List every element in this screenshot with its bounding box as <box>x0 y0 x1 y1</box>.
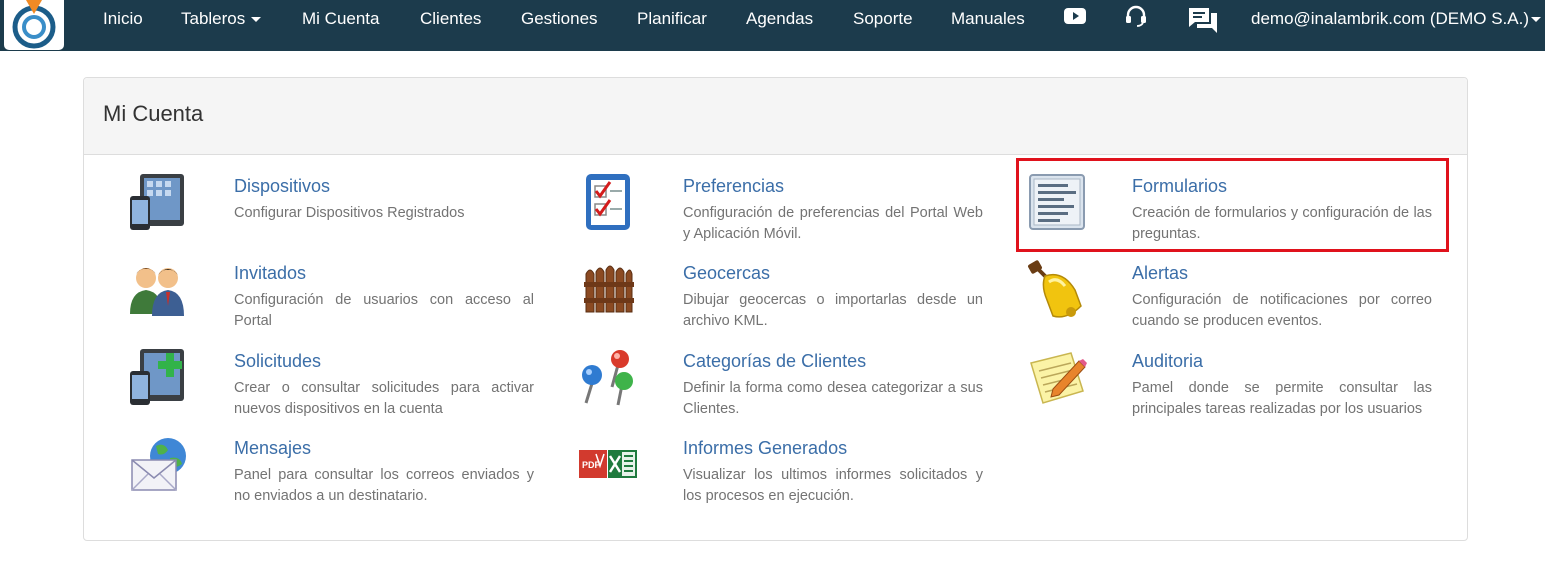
add-device-icon[interactable] <box>128 347 188 407</box>
users-icon[interactable] <box>128 260 188 320</box>
youtube-icon[interactable] <box>1064 7 1086 30</box>
desc-informes-generados: Visualizar los ultimos informes solicita… <box>683 467 983 504</box>
desc-solicitudes: Crear o consultar solicitudes para activ… <box>234 380 534 417</box>
nav-gestiones[interactable]: Gestiones <box>521 0 598 38</box>
nav-tableros-label: Tableros <box>181 9 246 28</box>
checklist-icon[interactable] <box>578 172 638 232</box>
form-icon[interactable] <box>1027 172 1087 232</box>
chevron-down-icon <box>1531 17 1541 23</box>
desc-geocercas: Dibujar geocercas o importarlas desde un… <box>683 292 983 329</box>
top-navbar: Inicio Tableros Mi Cuenta Clientes Gesti… <box>0 0 1545 51</box>
user-menu[interactable]: demo@inalambrik.com (DEMO S.A.) <box>1251 0 1541 38</box>
app-logo[interactable] <box>4 0 64 50</box>
devices-icon[interactable] <box>128 172 188 232</box>
pdf-excel-icon[interactable]: PDF <box>578 434 638 494</box>
page-title: Mi Cuenta <box>103 101 204 126</box>
chat-icon[interactable] <box>1188 6 1218 39</box>
desc-categorias-clientes: Definir la forma como desea categorizar … <box>683 380 983 417</box>
desc-invitados: Configuración de usuarios con acceso al … <box>234 292 534 329</box>
link-mensajes[interactable]: Mensajes <box>234 438 311 458</box>
chevron-down-icon <box>251 17 262 23</box>
link-solicitudes[interactable]: Solicitudes <box>234 351 321 371</box>
headset-icon[interactable] <box>1124 5 1148 32</box>
nav-manuales[interactable]: Manuales <box>951 0 1025 38</box>
link-alertas[interactable]: Alertas <box>1132 263 1188 283</box>
link-informes-generados[interactable]: Informes Generados <box>683 438 847 458</box>
link-formularios[interactable]: Formularios <box>1132 176 1227 196</box>
desc-alertas: Configuración de notificaciones por corr… <box>1132 292 1432 329</box>
desc-dispositivos: Configurar Dispositivos Registrados <box>234 205 465 221</box>
fence-icon[interactable] <box>578 260 638 320</box>
panel-heading: Mi Cuenta <box>84 78 1467 155</box>
pins-icon[interactable] <box>578 347 638 407</box>
nav-agendas[interactable]: Agendas <box>746 0 813 38</box>
link-auditoria[interactable]: Auditoria <box>1132 351 1203 371</box>
link-preferencias[interactable]: Preferencias <box>683 176 784 196</box>
user-email: demo@inalambrik.com (DEMO S.A.) <box>1251 9 1529 28</box>
desc-preferencias: Configuración de preferencias del Portal… <box>683 205 983 242</box>
nav-soporte[interactable]: Soporte <box>853 0 913 38</box>
link-invitados[interactable]: Invitados <box>234 263 306 283</box>
nav-mi-cuenta[interactable]: Mi Cuenta <box>302 0 379 38</box>
desc-mensajes: Panel para consultar los correos enviado… <box>234 467 534 504</box>
notepad-icon[interactable] <box>1027 347 1087 407</box>
mail-globe-icon[interactable] <box>128 434 188 494</box>
nav-planificar[interactable]: Planificar <box>637 0 707 38</box>
link-categorias-clientes[interactable]: Categorías de Clientes <box>683 351 866 371</box>
nav-clientes[interactable]: Clientes <box>420 0 481 38</box>
desc-formularios: Creación de formularios y configuración … <box>1132 205 1432 242</box>
nav-tableros[interactable]: Tableros <box>181 0 262 38</box>
link-dispositivos[interactable]: Dispositivos <box>234 176 330 196</box>
nav-inicio[interactable]: Inicio <box>103 0 143 38</box>
bell-icon[interactable] <box>1027 260 1087 320</box>
link-geocercas[interactable]: Geocercas <box>683 263 770 283</box>
desc-auditoria: Pamel donde se permite consultar las pri… <box>1132 380 1432 417</box>
